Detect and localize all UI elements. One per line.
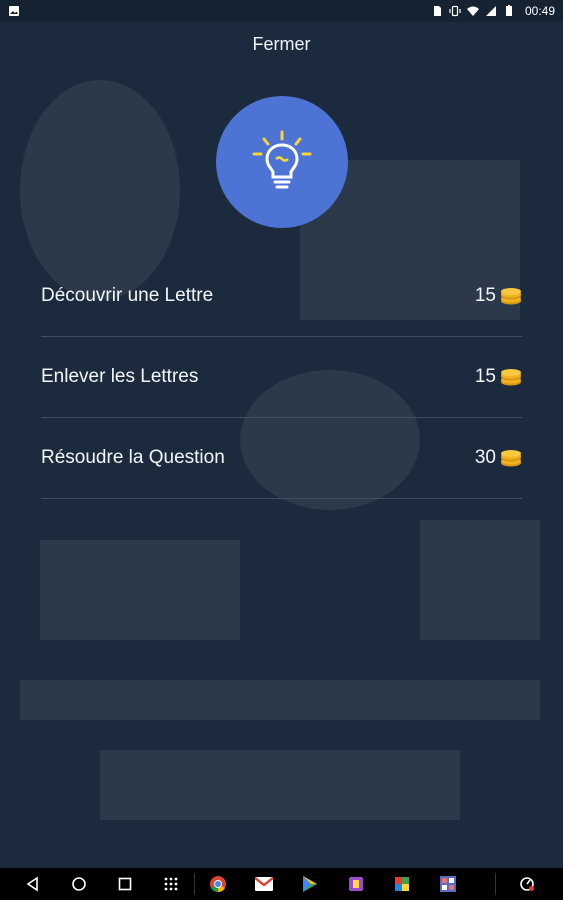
sim-icon: [433, 6, 441, 16]
app-drawer-button[interactable]: [148, 876, 194, 892]
hint-label: Découvrir une Lettre: [41, 285, 214, 306]
signal-icon: [485, 6, 496, 16]
coins-icon: [501, 369, 521, 386]
hint-label: Résoudre la Question: [41, 447, 225, 468]
chrome-app[interactable]: [195, 875, 241, 893]
hint-price: 15: [475, 285, 522, 307]
price-value: 15: [474, 285, 496, 306]
price-value: 15: [474, 366, 496, 387]
hint-remove-letters[interactable]: Enlever les Lettres 15: [41, 337, 522, 418]
back-button[interactable]: [10, 876, 56, 892]
app-shortcut-1[interactable]: [333, 876, 379, 892]
clock: 00:49: [524, 4, 555, 18]
screen-timer-icon: [520, 877, 534, 891]
hint-label: Enlever les Lettres: [41, 366, 199, 387]
status-bar: 00:49: [0, 0, 563, 22]
wifi-icon: [466, 6, 479, 16]
hint-icon-circle: [216, 96, 348, 228]
nav-divider: [495, 873, 496, 895]
recents-button[interactable]: [102, 876, 148, 892]
gmail-app[interactable]: [241, 877, 287, 891]
coins-icon: [501, 288, 521, 305]
gmail-icon: [255, 877, 273, 891]
navigation-bar: [0, 868, 563, 900]
app-shortcut-2[interactable]: [379, 876, 425, 892]
home-icon: [72, 877, 86, 891]
app-shortcut-3[interactable]: [425, 875, 471, 893]
app-icon-1: [349, 877, 363, 891]
hint-list: Découvrir une Lettre 15 Enlever les Lett…: [41, 256, 522, 499]
app-icon-2: [395, 877, 409, 891]
play-store-app[interactable]: [287, 875, 333, 893]
play-store-icon: [303, 876, 317, 892]
app-drawer-icon: [164, 877, 178, 891]
chrome-icon: [210, 876, 226, 893]
image-icon: [9, 6, 19, 16]
recents-icon: [118, 877, 132, 891]
hint-price: 30: [475, 447, 522, 469]
price-value: 30: [474, 447, 496, 468]
home-button[interactable]: [56, 876, 102, 892]
coins-icon: [501, 450, 521, 467]
lightbulb-icon: [252, 130, 312, 189]
app-icon-3: [440, 876, 456, 892]
screen-timer-button[interactable]: [504, 876, 550, 892]
vibrate-icon: [449, 5, 461, 17]
close-button[interactable]: Fermer: [0, 34, 563, 55]
battery-icon: [505, 5, 512, 16]
back-icon: [26, 876, 38, 892]
hint-price: 15: [475, 366, 522, 388]
hint-reveal-letter[interactable]: Découvrir une Lettre 15: [41, 256, 522, 337]
hint-solve-question[interactable]: Résoudre la Question 30: [41, 418, 522, 499]
